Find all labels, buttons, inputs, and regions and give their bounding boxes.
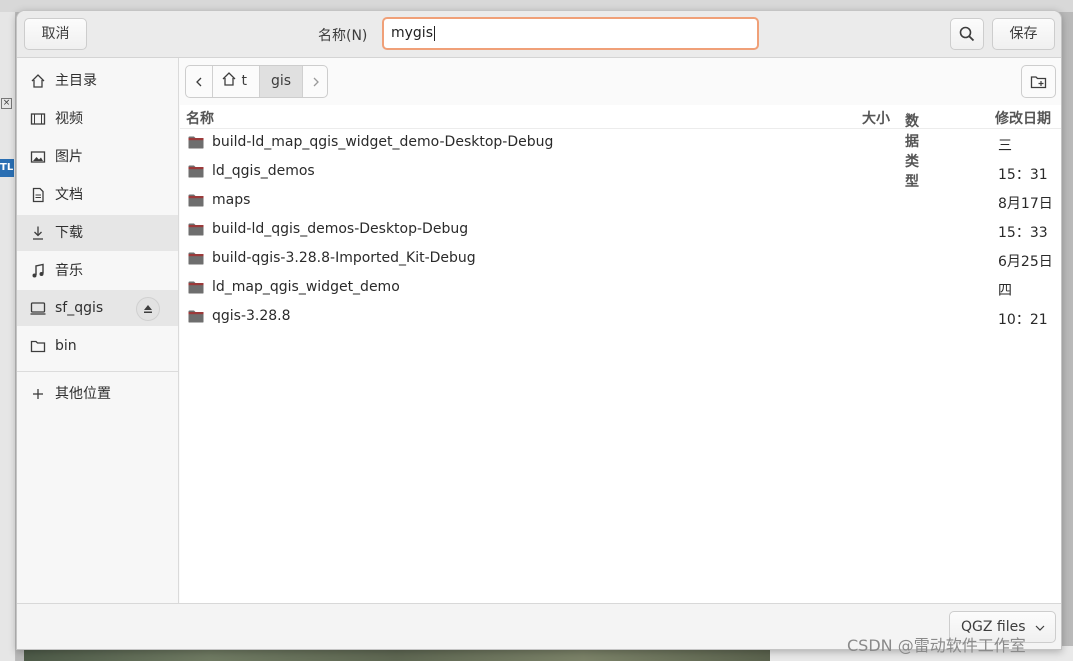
- save-button[interactable]: 保存: [992, 18, 1055, 50]
- chevron-down-icon: [1035, 625, 1045, 631]
- new-folder-icon: [1030, 76, 1047, 89]
- folder-icon: [188, 136, 204, 149]
- file-modified: 6月25日: [998, 254, 1053, 270]
- file-list: 名称 大小 数据类型 修改日期 build-ld_map_qgis_widget…: [180, 105, 1061, 603]
- filename-input[interactable]: mygis: [382, 17, 759, 50]
- sidebar-item-bin[interactable]: bin: [17, 328, 178, 364]
- file-name: ld_map_qgis_widget_demo: [212, 279, 400, 295]
- file-name: build-ld_qgis_demos-Desktop-Debug: [212, 221, 469, 237]
- image-icon: [30, 151, 46, 163]
- file-row[interactable]: build-qgis-3.28.8-Imported_Kit-Debug 6月25…: [180, 245, 1061, 274]
- path-segment-home[interactable]: t: [213, 66, 260, 97]
- folder-icon: [30, 340, 46, 353]
- folder-icon: [188, 165, 204, 178]
- sidebar-item-music[interactable]: 音乐: [17, 253, 178, 289]
- background-tag: TL: [0, 159, 14, 177]
- sidebar-item-other-locations[interactable]: 其他位置: [17, 376, 178, 412]
- sidebar-item-label: bin: [55, 338, 77, 354]
- name-label: 名称(N): [318, 28, 368, 44]
- chevron-right-icon: [313, 77, 319, 87]
- file-name: maps: [212, 192, 251, 208]
- video-icon: [30, 113, 46, 125]
- close-icon: ×: [1, 98, 12, 109]
- eject-button[interactable]: [136, 297, 160, 321]
- folder-icon: [188, 310, 204, 323]
- folder-icon: [188, 281, 204, 294]
- sidebar-item-label: 其他位置: [55, 386, 111, 402]
- chevron-left-icon: [196, 77, 202, 87]
- music-icon: [32, 263, 44, 278]
- column-type[interactable]: 数据类型: [905, 108, 919, 190]
- sidebar-item-downloads[interactable]: 下载: [17, 215, 178, 251]
- path-segment-label: t: [241, 73, 247, 89]
- save-file-dialog: 取消 名称(N) mygis 保存 主目录 视频 图片 文档 下载 音乐 sf_…: [16, 10, 1062, 650]
- sidebar-item-documents[interactable]: 文档: [17, 177, 178, 213]
- sidebar-item-label: 视频: [55, 111, 83, 127]
- file-row[interactable]: maps 8月17日: [180, 187, 1061, 216]
- column-name[interactable]: 名称: [186, 108, 214, 128]
- places-sidebar: 主目录 视频 图片 文档 下载 音乐 sf_qgis bin 其他位置: [17, 58, 179, 603]
- watermark: CSDN @雷动软件工作室: [847, 636, 1026, 655]
- sidebar-item-sf-qgis[interactable]: sf_qgis: [17, 290, 178, 326]
- sidebar-separator: [17, 371, 178, 372]
- column-size[interactable]: 大小: [862, 108, 890, 128]
- home-icon: [222, 72, 236, 86]
- sidebar-item-label: sf_qgis: [55, 300, 104, 316]
- file-modified: 15：33: [998, 225, 1048, 241]
- download-icon: [33, 226, 43, 240]
- file-modified: 8月17日: [998, 196, 1053, 212]
- folder-icon: [188, 223, 204, 236]
- file-name: build-qgis-3.28.8-Imported_Kit-Debug: [212, 250, 476, 266]
- path-segment-current[interactable]: gis: [260, 66, 303, 97]
- sidebar-item-label: 图片: [55, 149, 83, 165]
- path-forward-button[interactable]: [303, 66, 327, 97]
- background-left-panel: × TL: [0, 12, 16, 661]
- sidebar-item-label: 文档: [55, 187, 83, 203]
- folder-icon: [188, 252, 204, 265]
- new-folder-button[interactable]: [1021, 65, 1056, 98]
- file-modified: 三: [998, 138, 1012, 154]
- eject-icon: [144, 305, 152, 313]
- file-modified: 四: [998, 283, 1012, 299]
- sidebar-item-label: 主目录: [55, 73, 97, 89]
- filename-value: mygis: [391, 25, 433, 41]
- file-name: ld_qgis_demos: [212, 163, 315, 179]
- path-bar: t gis: [185, 65, 328, 98]
- document-icon: [32, 187, 44, 203]
- file-modified: 15：31: [998, 167, 1048, 183]
- column-modified[interactable]: 修改日期: [995, 108, 1051, 128]
- file-name: build-ld_map_qgis_widget_demo-Desktop-De…: [212, 134, 554, 150]
- cancel-button[interactable]: 取消: [24, 18, 87, 50]
- path-back-button[interactable]: [186, 66, 213, 97]
- file-row[interactable]: build-ld_qgis_demos-Desktop-Debug 15：33: [180, 216, 1061, 245]
- sidebar-item-videos[interactable]: 视频: [17, 101, 178, 137]
- file-row[interactable]: qgis-3.28.8 10：21: [180, 303, 1061, 332]
- sidebar-item-pictures[interactable]: 图片: [17, 139, 178, 175]
- search-button[interactable]: [950, 18, 984, 50]
- drive-icon: [30, 302, 46, 315]
- file-row[interactable]: ld_qgis_demos 15：31: [180, 158, 1061, 187]
- sidebar-item-label: 音乐: [55, 263, 83, 279]
- folder-icon: [188, 194, 204, 207]
- sidebar-item-home[interactable]: 主目录: [17, 63, 178, 99]
- sidebar-item-label: 下载: [55, 225, 83, 241]
- file-row[interactable]: build-ld_map_qgis_widget_demo-Desktop-De…: [180, 129, 1061, 158]
- search-icon: [959, 26, 975, 42]
- home-icon: [31, 74, 45, 88]
- file-name: qgis-3.28.8: [212, 308, 291, 324]
- plus-icon: [33, 389, 43, 399]
- dialog-header: 取消 名称(N) mygis 保存: [17, 11, 1061, 58]
- file-row[interactable]: ld_map_qgis_widget_demo 四: [180, 274, 1061, 303]
- file-list-header: 名称 大小 数据类型 修改日期: [180, 105, 1061, 190]
- file-modified: 10：21: [998, 312, 1048, 328]
